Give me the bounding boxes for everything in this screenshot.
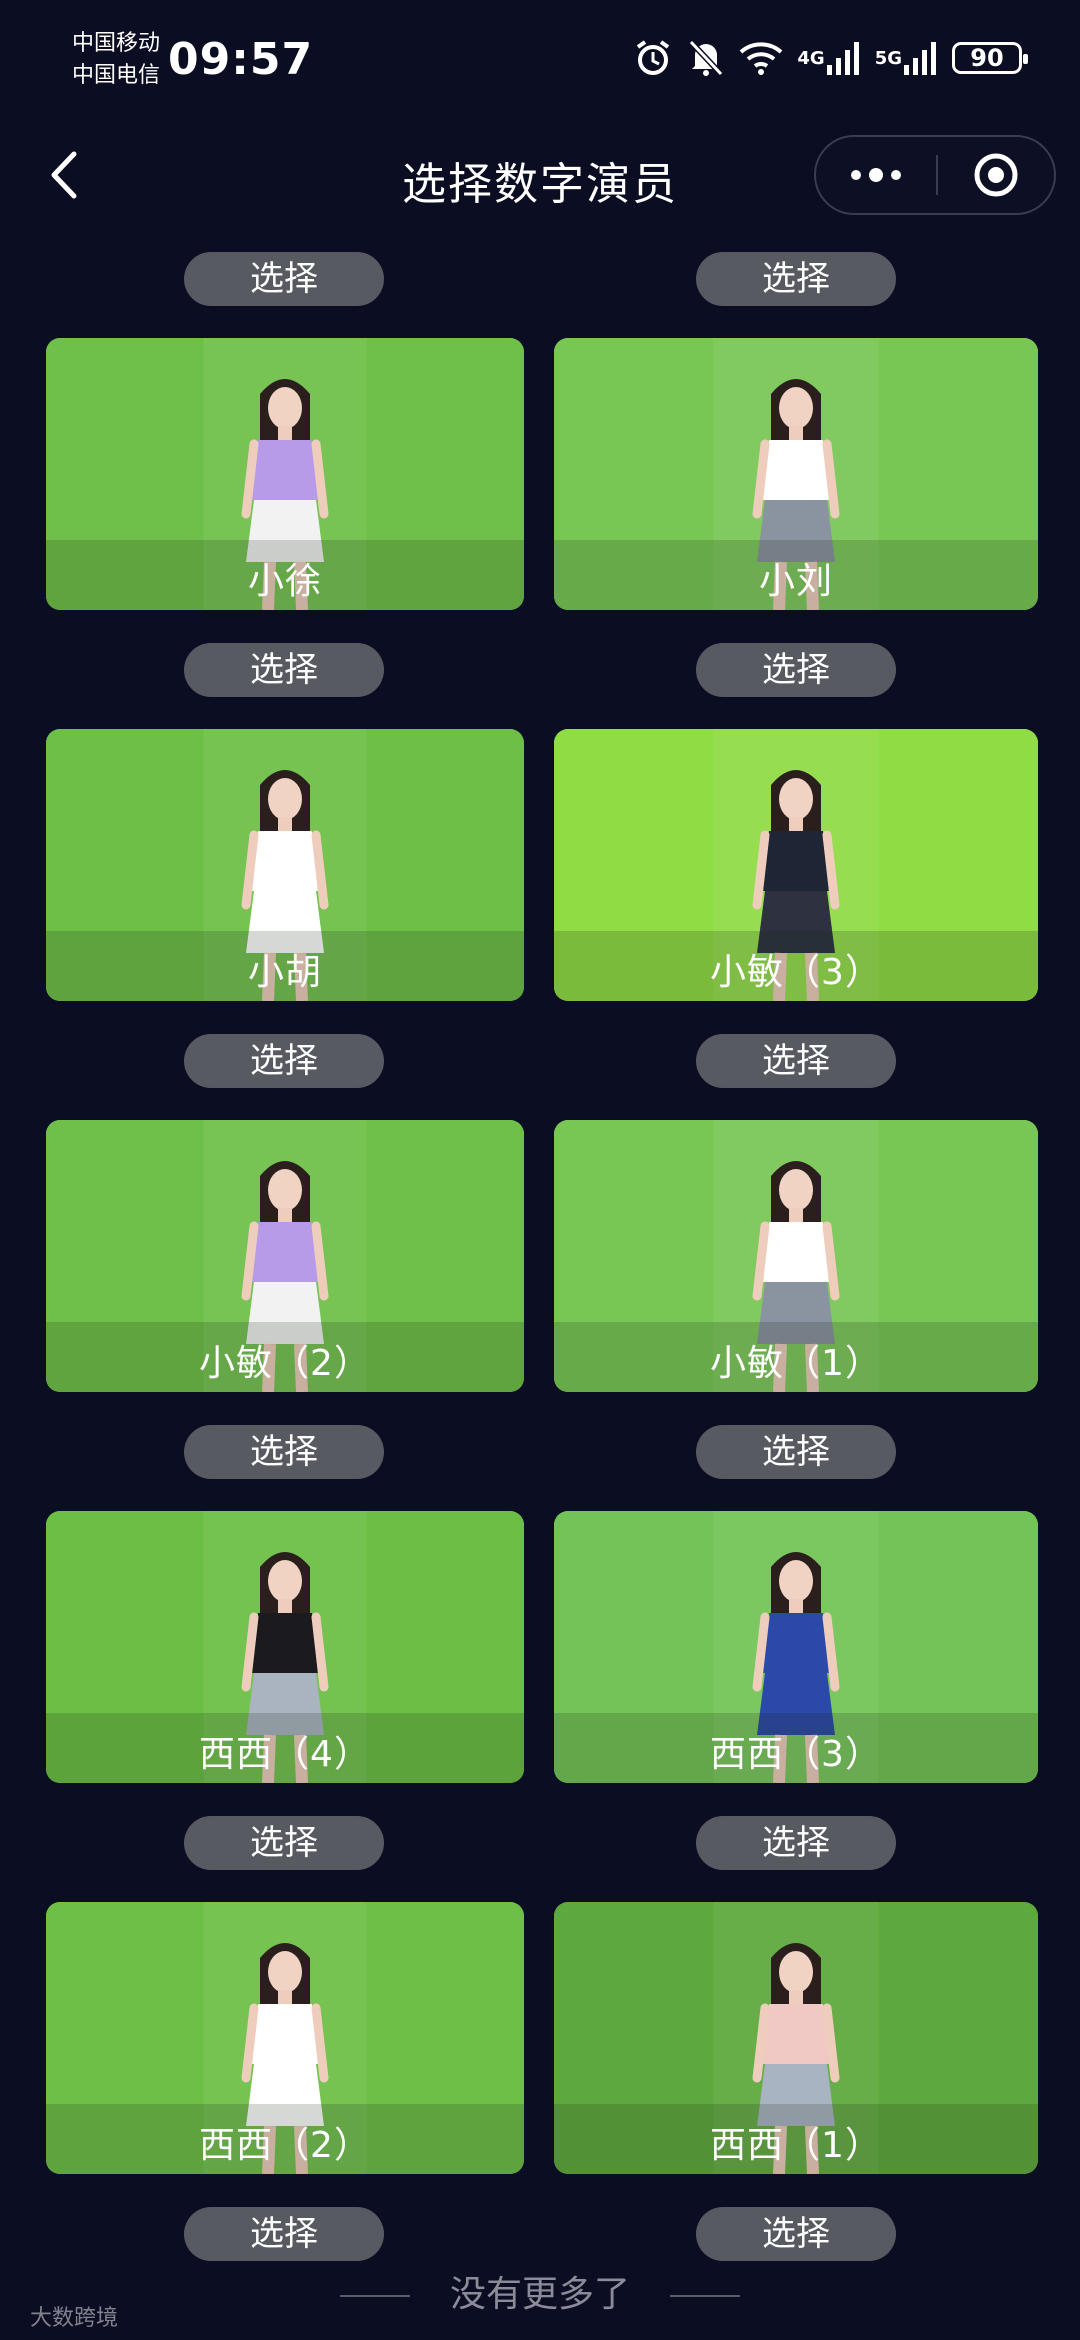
- actor-name: 西西（1）: [710, 2125, 882, 2166]
- select-button[interactable]: 选择: [696, 1816, 896, 1870]
- actor-card[interactable]: 小敏（1）: [554, 1120, 1038, 1392]
- more-dots-icon: [851, 168, 901, 182]
- battery-level: 90: [970, 44, 1004, 72]
- select-button[interactable]: 选择: [696, 1425, 896, 1479]
- watermark: 大数跨境: [30, 2306, 119, 2331]
- actor-name: 小刘: [758, 561, 833, 602]
- actor-card[interactable]: 小胡: [46, 729, 524, 1001]
- actor-card[interactable]: 小徐: [46, 338, 524, 610]
- actor-name: 小敏（2）: [199, 1343, 371, 1384]
- footer-text: 没有更多了: [449, 2274, 630, 2315]
- close-button[interactable]: [938, 137, 1054, 213]
- select-button[interactable]: 选择: [184, 252, 384, 306]
- battery-icon: 90: [952, 42, 1028, 74]
- select-button[interactable]: 选择: [696, 2207, 896, 2261]
- actor-card[interactable]: 西西（4）: [46, 1511, 524, 1783]
- actor-name: 西西（4）: [199, 1734, 371, 1775]
- carrier-2: 中国电信: [72, 63, 161, 88]
- select-button[interactable]: 选择: [184, 643, 384, 697]
- signal-5g-icon: 5G: [875, 41, 938, 75]
- more-button[interactable]: [816, 137, 936, 213]
- signal-4g-icon: 4G: [797, 41, 860, 75]
- status-time: 09:57: [168, 34, 314, 85]
- select-button[interactable]: 选择: [696, 1034, 896, 1088]
- wifi-icon: [739, 40, 783, 76]
- actor-name: 西西（2）: [199, 2125, 371, 2166]
- select-button[interactable]: 选择: [184, 1425, 384, 1479]
- footer-line-right: [670, 2295, 740, 2297]
- select-button[interactable]: 选择: [696, 252, 896, 306]
- carrier-info: 中国移动 中国电信: [72, 28, 160, 92]
- nav-bar: 选择数字演员: [0, 130, 1080, 220]
- target-close-icon: [974, 153, 1018, 197]
- actor-card[interactable]: 西西（1）: [554, 1902, 1038, 2174]
- select-button[interactable]: 选择: [184, 1034, 384, 1088]
- actor-name: 小胡: [247, 952, 322, 993]
- alarm-icon: [633, 38, 673, 78]
- mute-icon: [687, 38, 725, 78]
- actor-card[interactable]: 西西（3）: [554, 1511, 1038, 1783]
- status-bar: 中国移动 中国电信 09:57 4G 5G 90: [0, 0, 1080, 120]
- select-button[interactable]: 选择: [696, 643, 896, 697]
- actor-card[interactable]: 小敏（3）: [554, 729, 1038, 1001]
- end-of-list: 没有更多了: [0, 2265, 1080, 2317]
- net-label-1: 4G: [797, 47, 825, 69]
- status-icons: 4G 5G 90: [633, 38, 1028, 78]
- actor-card[interactable]: 西西（2）: [46, 1902, 524, 2174]
- actor-name: 西西（3）: [710, 1734, 882, 1775]
- actor-name: 小徐: [247, 561, 322, 602]
- actor-card[interactable]: 小敏（2）: [46, 1120, 524, 1392]
- carrier-1: 中国移动: [72, 31, 161, 56]
- actor-name: 小敏（1）: [710, 1343, 882, 1384]
- actor-card[interactable]: 小刘: [554, 338, 1038, 610]
- net-label-2: 5G: [874, 47, 902, 69]
- footer-line-left: [339, 2295, 410, 2297]
- mini-program-capsule: [814, 135, 1056, 215]
- select-button[interactable]: 选择: [184, 1816, 384, 1870]
- actor-name: 小敏（3）: [710, 952, 882, 993]
- select-button[interactable]: 选择: [184, 2207, 384, 2261]
